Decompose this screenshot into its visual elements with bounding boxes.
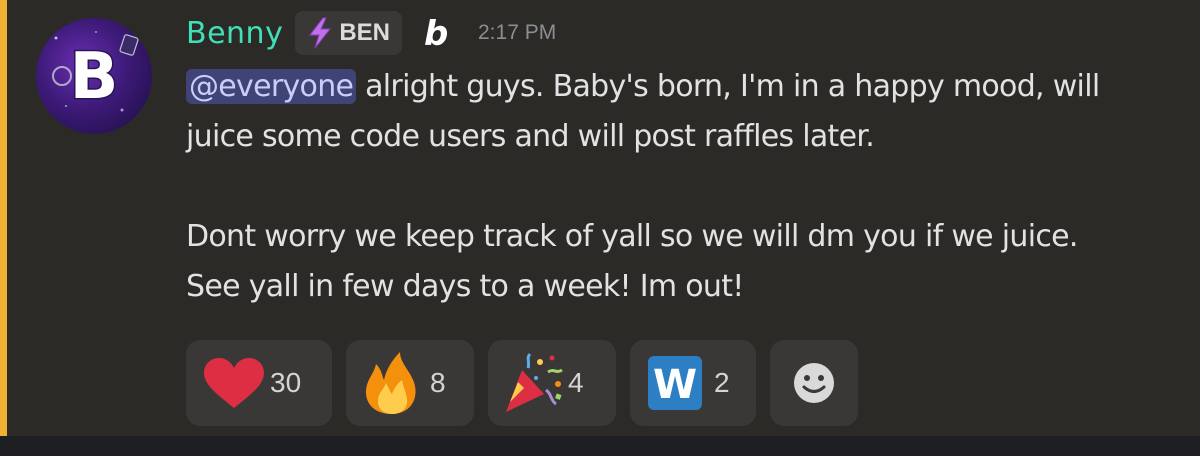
- reaction-count: 8: [430, 367, 446, 398]
- red-heart-icon: [204, 358, 264, 408]
- message-text: alright guys. Baby's born, I'm in a happ…: [356, 69, 1100, 104]
- svg-text:W: W: [653, 362, 697, 408]
- message-line: juice some code users and will post raff…: [186, 119, 875, 154]
- svg-text:b: b: [424, 16, 448, 50]
- reaction-count: 30: [270, 367, 302, 398]
- reaction-w[interactable]: W 2: [630, 340, 756, 426]
- reaction-fire[interactable]: 8: [346, 340, 474, 426]
- avatar[interactable]: B: [36, 18, 152, 134]
- add-reaction-button[interactable]: [770, 340, 858, 426]
- message-header: Benny BEN b 2:17 PM: [186, 10, 556, 56]
- svg-text:B: B: [70, 40, 119, 114]
- lightning-icon: [309, 17, 332, 49]
- timestamp[interactable]: 2:17 PM: [478, 21, 556, 45]
- party-popper-icon: [506, 352, 563, 412]
- message-content: @everyone alright guys. Baby's born, I'm…: [186, 62, 1176, 312]
- reaction-count: 2: [714, 367, 730, 398]
- reaction-count: 4: [568, 367, 584, 398]
- reaction-party[interactable]: 4: [488, 340, 616, 426]
- mention-highlight-bar: [0, 0, 7, 436]
- bottom-strip: [0, 436, 1200, 456]
- w-letter-icon: W: [648, 356, 702, 410]
- message-line: Dont worry we keep track of yall so we w…: [186, 219, 1078, 254]
- server-tag[interactable]: BEN: [295, 11, 402, 55]
- username[interactable]: Benny: [186, 16, 283, 51]
- smiley-add-reaction-icon: [794, 363, 834, 403]
- role-icon[interactable]: b: [422, 16, 450, 50]
- fire-icon: [365, 352, 416, 414]
- message-container: B Benny BEN b 2:17 PM @everyone alright …: [0, 0, 1200, 436]
- everyone-mention[interactable]: @everyone: [186, 69, 357, 104]
- reactions-bar: 30 8 4 W 2: [186, 340, 872, 426]
- message-line: See yall in few days to a week! Im out!: [186, 269, 744, 304]
- reaction-heart[interactable]: 30: [186, 340, 332, 426]
- message-line: @everyone alright guys. Baby's born, I'm…: [186, 62, 1176, 112]
- server-tag-label: BEN: [339, 19, 390, 46]
